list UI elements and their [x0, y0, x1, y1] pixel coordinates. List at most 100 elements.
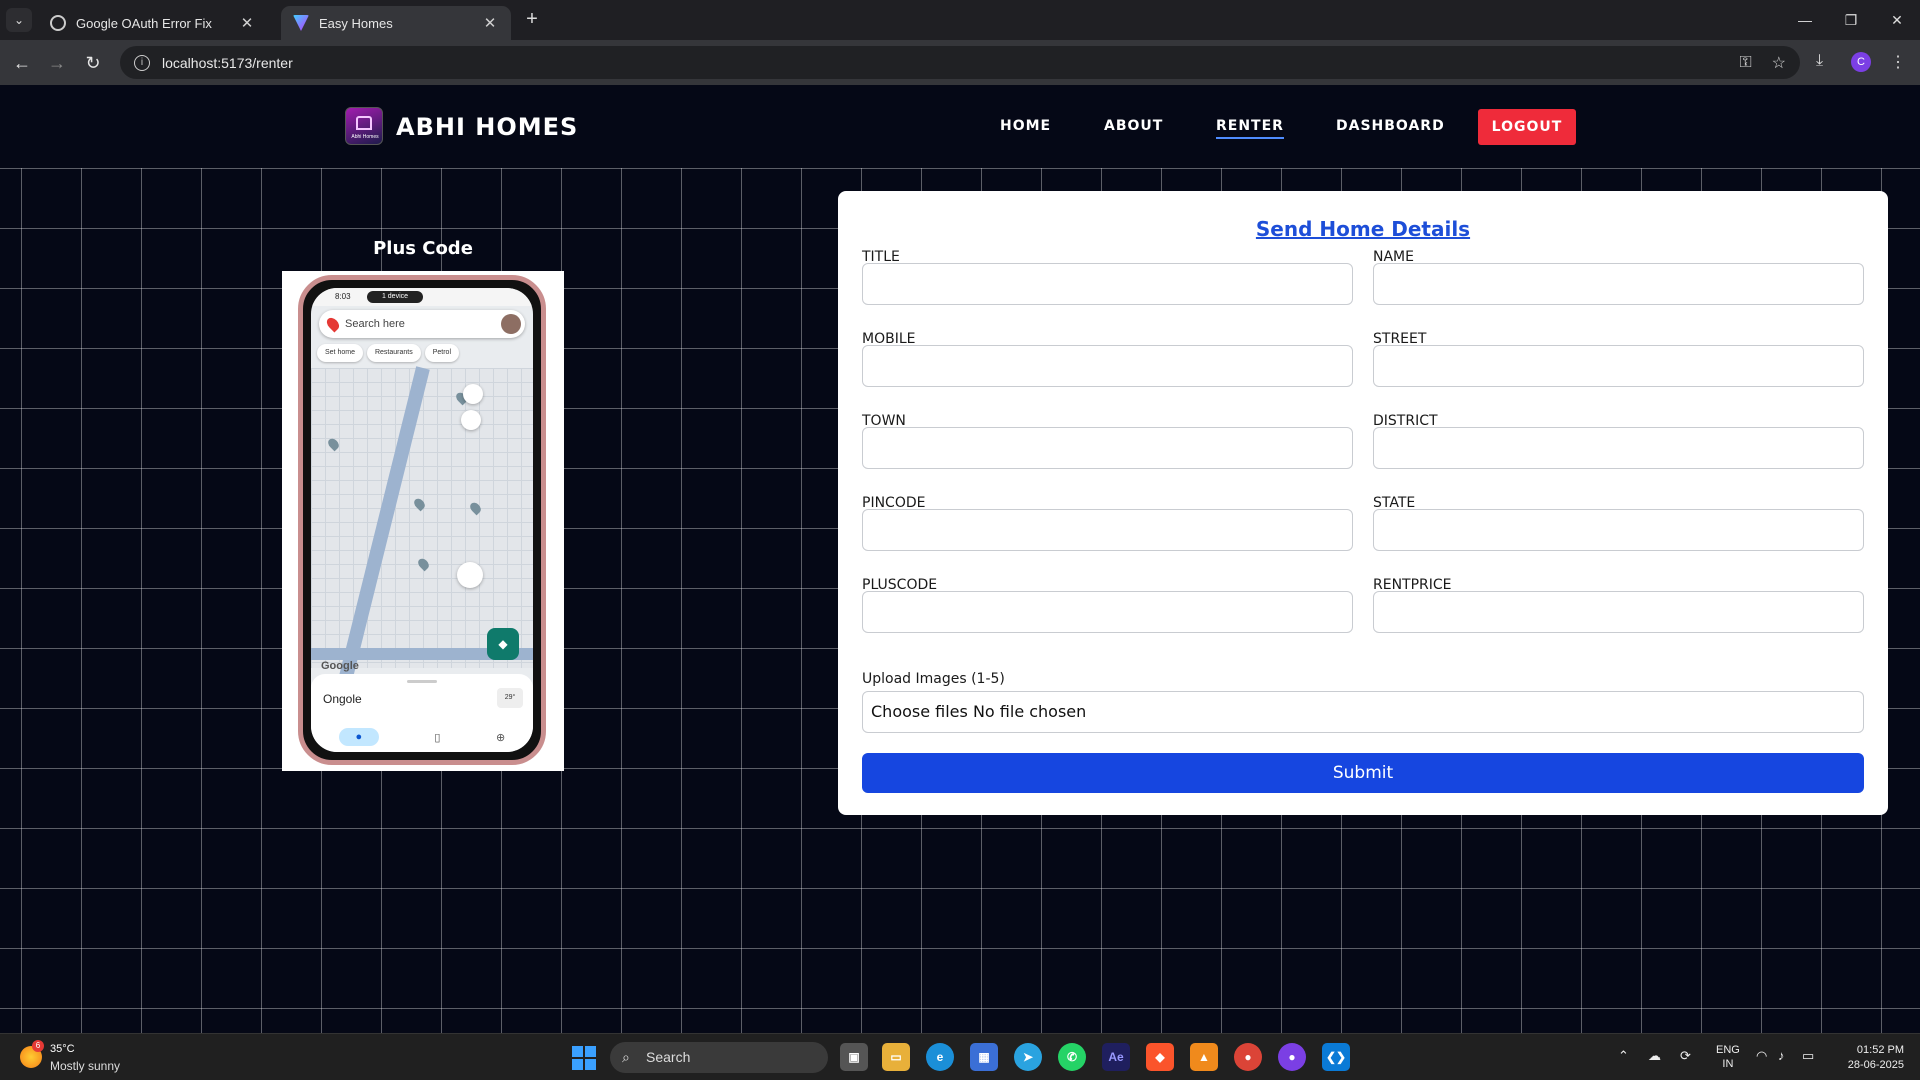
whatsapp-icon[interactable]: ✆	[1058, 1043, 1086, 1071]
maps-bottom-nav: ● ▯ ⊕	[311, 726, 533, 748]
directions-icon: ◆	[487, 628, 519, 660]
title-input[interactable]	[862, 263, 1353, 305]
district-input[interactable]	[1373, 427, 1864, 469]
phone-frame: 8:03 1 device ◆ Search here Set home Res…	[298, 275, 546, 765]
form-title: Send Home Details	[1255, 217, 1471, 241]
browser-tab-bar: ⌄ Google OAuth Error Fix ✕ Easy Homes ✕ …	[0, 0, 1920, 40]
taskbar-search[interactable]: ⌕ Search	[610, 1042, 828, 1073]
state-input[interactable]	[1373, 509, 1864, 551]
brand-name[interactable]: ABHI HOMES	[396, 113, 578, 141]
tab-search-chevron-icon[interactable]: ⌄	[6, 8, 32, 32]
nav-about[interactable]: ABOUT	[1104, 118, 1163, 134]
file-explorer-icon[interactable]: ▭	[882, 1043, 910, 1071]
chrome-icon[interactable]: ●	[1234, 1043, 1262, 1071]
sync-icon[interactable]: ⟳	[1680, 1048, 1691, 1064]
edge-icon[interactable]: e	[926, 1043, 954, 1071]
lang-line2: IN	[1722, 1058, 1734, 1070]
site-header: Abhi Homes ABHI HOMES HOME ABOUT RENTER …	[0, 85, 1920, 168]
nav-dashboard[interactable]: DASHBOARD	[1336, 118, 1445, 134]
home-details-form: Send Home Details TITLE NAME MOBILE STRE…	[838, 191, 1888, 815]
language-indicator[interactable]: ENG IN	[1716, 1043, 1740, 1071]
url-text[interactable]: localhost:5173/renter	[162, 55, 1719, 71]
saved-icon: ▯	[434, 731, 441, 744]
tray-chevron-icon[interactable]: ⌃	[1618, 1048, 1629, 1064]
bookmark-star-icon[interactable]: ☆	[1772, 53, 1786, 73]
plus-code-image: 8:03 1 device ◆ Search here Set home Res…	[282, 271, 564, 771]
rentprice-input[interactable]	[1373, 591, 1864, 633]
close-window-button[interactable]: ✕	[1874, 0, 1920, 40]
windows-start-icon[interactable]	[572, 1046, 596, 1070]
weather-temp[interactable]: 35°C	[50, 1043, 75, 1055]
name-input[interactable]	[1373, 263, 1864, 305]
google-logo: Google	[321, 660, 359, 672]
brave-icon[interactable]: ◆	[1146, 1043, 1174, 1071]
maps-pin-icon	[324, 315, 342, 333]
weather-desc[interactable]: Mostly sunny	[50, 1059, 120, 1073]
place-name: Ongole	[323, 692, 362, 706]
taskbar-clock[interactable]: 01:52 PM 28-06-2025	[1834, 1043, 1904, 1073]
telegram-icon[interactable]: ➤	[1014, 1043, 1042, 1071]
reload-icon[interactable]: ↻	[79, 49, 107, 77]
tab-google-oauth[interactable]: Google OAuth Error Fix ✕	[38, 6, 268, 40]
weather-chip: 29°	[497, 688, 523, 708]
minimize-button[interactable]: —	[1782, 0, 1828, 40]
map-chip: Set home	[317, 344, 363, 362]
street-input[interactable]	[1373, 345, 1864, 387]
close-tab-icon[interactable]: ✕	[481, 14, 499, 32]
vscode-icon[interactable]: ❮❯	[1322, 1043, 1350, 1071]
map-search-placeholder: Search here	[345, 318, 405, 330]
map-chip: Petrol	[424, 344, 460, 362]
place-sheet: Ongole 29° ● ▯ ⊕	[311, 674, 533, 752]
vite-icon	[293, 15, 309, 31]
close-tab-icon[interactable]: ✕	[238, 14, 256, 32]
logo[interactable]: Abhi Homes	[345, 107, 383, 145]
sheet-handle	[407, 680, 437, 683]
pincode-input[interactable]	[862, 509, 1353, 551]
tab-label: Google OAuth Error Fix	[76, 15, 212, 31]
volume-icon[interactable]: ♪	[1778, 1048, 1785, 1063]
profile-avatar[interactable]: C	[1851, 52, 1871, 72]
back-icon[interactable]: ←	[8, 49, 36, 77]
download-icon[interactable]: ⤓	[1816, 52, 1823, 70]
wifi-icon[interactable]: ◠	[1756, 1048, 1767, 1064]
password-key-icon[interactable]: ⚿	[1739, 54, 1751, 72]
plus-code-title: Plus Code	[373, 238, 473, 259]
logo-text: Abhi Homes	[351, 134, 379, 140]
nav-renter[interactable]: RENTER	[1216, 118, 1284, 139]
windows-taskbar: 6 35°C Mostly sunny ⌕ Search ▣ ▭ e ▦ ➤ ✆…	[0, 1033, 1920, 1080]
map-chip: Restaurants	[366, 344, 421, 362]
menu-icon[interactable]: ⋮	[1890, 52, 1906, 72]
chrome-profile-icon[interactable]: ●	[1278, 1043, 1306, 1071]
layers-icon	[463, 384, 483, 404]
tab-easy-homes[interactable]: Easy Homes ✕	[281, 6, 511, 40]
town-input[interactable]	[862, 427, 1353, 469]
task-view-icon[interactable]: ▣	[840, 1043, 868, 1071]
file-upload-input[interactable]: Choose files No file chosen	[862, 691, 1864, 733]
vlc-icon[interactable]: ▲	[1190, 1043, 1218, 1071]
globe-icon	[50, 15, 66, 31]
logout-button[interactable]: LOGOUT	[1478, 109, 1576, 145]
submit-button[interactable]: Submit	[862, 753, 1864, 793]
taskbar-search-label: Search	[646, 1049, 691, 1065]
nav-home[interactable]: HOME	[1000, 118, 1051, 134]
battery-icon[interactable]: ▭	[1802, 1048, 1814, 1064]
compass-icon	[461, 410, 481, 430]
new-tab-button[interactable]: +	[520, 8, 544, 32]
mobile-input[interactable]	[862, 345, 1353, 387]
renter-page: Abhi Homes ABHI HOMES HOME ABOUT RENTER …	[0, 85, 1920, 1033]
onedrive-icon[interactable]: ☁	[1648, 1048, 1661, 1064]
forward-icon[interactable]: →	[43, 49, 71, 77]
device-pill: 1 device	[367, 291, 423, 303]
restore-button[interactable]: ❐	[1828, 0, 1874, 40]
store-icon[interactable]: ▦	[970, 1043, 998, 1071]
clock-time: 01:52 PM	[1856, 1044, 1904, 1056]
upload-images-label: Upload Images (1-5)	[862, 671, 1005, 687]
address-bar[interactable]: i localhost:5173/renter ⚿ ☆	[120, 46, 1800, 79]
site-info-icon[interactable]: i	[134, 54, 150, 71]
pluscode-input[interactable]	[862, 591, 1353, 633]
clock-date: 28-06-2025	[1847, 1059, 1904, 1071]
phone-status-bar: 8:03 1 device	[311, 288, 533, 306]
after-effects-icon[interactable]: Ae	[1102, 1043, 1130, 1071]
location-icon	[457, 562, 483, 588]
map-chips: Set home Restaurants Petrol	[317, 344, 533, 362]
